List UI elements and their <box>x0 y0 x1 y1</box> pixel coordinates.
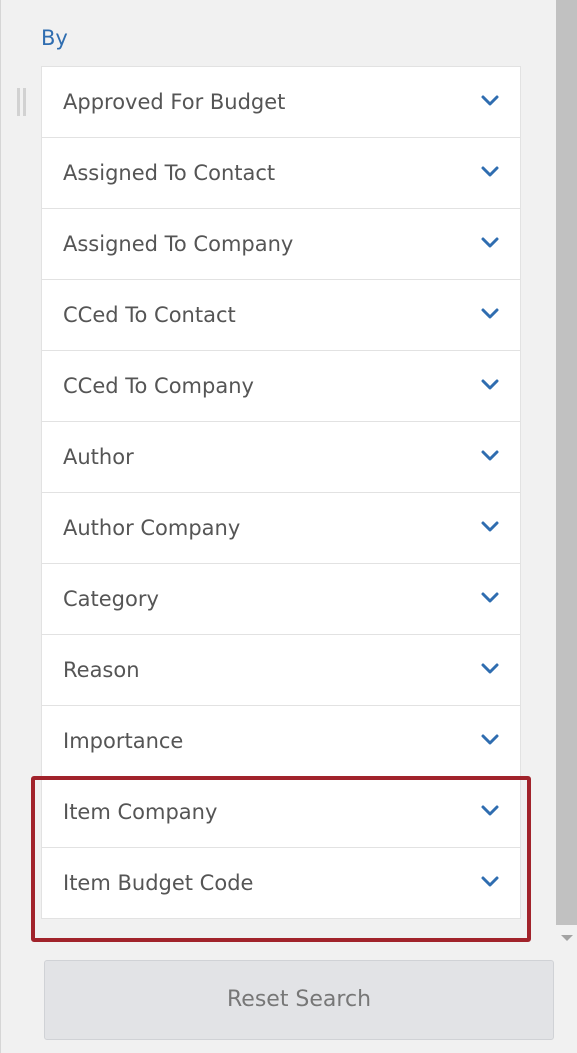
filter-assigned-to-company[interactable]: Assigned To Company <box>41 209 521 280</box>
chevron-down-icon[interactable] <box>480 236 500 250</box>
chevron-down-icon[interactable] <box>480 662 500 676</box>
filter-label: Approved For Budget <box>63 90 286 114</box>
reset-search-button[interactable]: Reset Search <box>44 960 554 1040</box>
chevron-down-icon[interactable] <box>480 591 500 605</box>
chevron-down-icon[interactable] <box>480 733 500 747</box>
filter-label: CCed To Contact <box>63 303 236 327</box>
chevron-down-icon[interactable] <box>480 165 500 179</box>
chevron-down-icon[interactable] <box>480 378 500 392</box>
vertical-scrollbar[interactable] <box>556 0 577 950</box>
chevron-down-icon[interactable] <box>480 520 500 534</box>
chevron-down-icon[interactable] <box>480 875 500 889</box>
filter-importance[interactable]: Importance <box>41 706 521 777</box>
filter-label: Assigned To Contact <box>63 161 276 185</box>
filter-author[interactable]: Author <box>41 422 521 493</box>
filter-label: Author <box>63 445 134 469</box>
chevron-down-icon[interactable] <box>480 94 500 108</box>
filter-panel: By Approved For Budget Assigned To Conta… <box>0 0 577 1053</box>
filter-category[interactable]: Category <box>41 564 521 635</box>
filter-label: CCed To Company <box>63 374 254 398</box>
filter-item-budget-code[interactable]: Item Budget Code <box>41 848 521 919</box>
filter-cced-to-contact[interactable]: CCed To Contact <box>41 280 521 351</box>
scrollbar-thumb[interactable] <box>556 0 577 925</box>
filter-label: Reason <box>63 658 140 682</box>
filter-assigned-to-contact[interactable]: Assigned To Contact <box>41 138 521 209</box>
filter-label: Item Budget Code <box>63 871 254 895</box>
filter-reason[interactable]: Reason <box>41 635 521 706</box>
chevron-down-icon[interactable] <box>480 804 500 818</box>
filter-label: Author Company <box>63 516 241 540</box>
filter-item-company[interactable]: Item Company <box>41 777 521 848</box>
filter-author-company[interactable]: Author Company <box>41 493 521 564</box>
chevron-down-icon[interactable] <box>480 307 500 321</box>
filter-cced-to-company[interactable]: CCed To Company <box>41 351 521 422</box>
filter-label: Item Company <box>63 800 218 824</box>
filter-label: Category <box>63 587 159 611</box>
filter-list: Approved For Budget Assigned To Contact … <box>41 66 521 919</box>
filter-label: Importance <box>63 729 184 753</box>
drag-handle-icon[interactable] <box>17 88 27 116</box>
section-label: By <box>41 26 68 50</box>
filter-approved-for-budget[interactable]: Approved For Budget <box>41 66 521 138</box>
chevron-down-icon[interactable] <box>480 449 500 463</box>
scroll-down-arrow-icon[interactable] <box>561 935 573 941</box>
filter-label: Assigned To Company <box>63 232 294 256</box>
